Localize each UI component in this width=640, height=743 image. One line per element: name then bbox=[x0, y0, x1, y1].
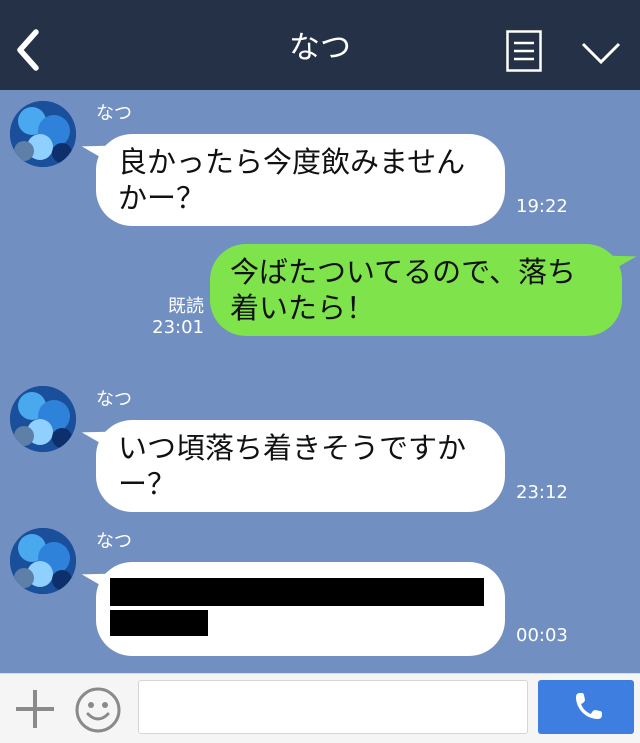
read-label: 既読 bbox=[168, 296, 204, 317]
message-text-line: ー？ bbox=[118, 467, 177, 501]
smiley-icon bbox=[75, 687, 121, 733]
message-text-line: いつ頃落ち着きそうですか bbox=[118, 431, 467, 465]
message-bubble[interactable] bbox=[96, 562, 505, 656]
add-button[interactable] bbox=[14, 688, 56, 730]
avatar-image bbox=[10, 528, 76, 594]
call-button[interactable] bbox=[538, 680, 634, 734]
list-icon bbox=[506, 30, 542, 72]
avatar-image bbox=[10, 101, 76, 167]
read-receipt: 既読 23:01 bbox=[150, 296, 204, 338]
sender-name: なつ bbox=[96, 531, 132, 552]
emoji-button[interactable] bbox=[74, 686, 122, 734]
avatar[interactable] bbox=[10, 528, 76, 594]
message-time: 23:12 bbox=[516, 482, 568, 503]
message-text-line: 今ばたついてるので、落ち bbox=[230, 255, 576, 289]
message-time: 23:01 bbox=[152, 317, 204, 338]
message-bubble[interactable]: 良かったら今度飲みません かー？ bbox=[96, 134, 505, 226]
message-bubble[interactable]: 今ばたついてるので、落ち 着いたら！ bbox=[210, 244, 622, 336]
chat-title: なつ bbox=[289, 30, 351, 66]
message-time: 19:22 bbox=[516, 196, 568, 217]
message-time: 00:03 bbox=[516, 625, 568, 646]
plus-icon bbox=[16, 690, 54, 728]
sender-name: なつ bbox=[96, 103, 132, 124]
message-input[interactable] bbox=[138, 680, 528, 734]
sender-name: なつ bbox=[96, 389, 132, 410]
avatar[interactable] bbox=[10, 101, 76, 167]
chat-header: なつ bbox=[0, 0, 640, 90]
input-bar bbox=[0, 673, 640, 743]
redacted-text-line bbox=[110, 578, 484, 606]
menu-button[interactable] bbox=[506, 30, 542, 72]
message-text-line: かー？ bbox=[118, 181, 206, 215]
avatar[interactable] bbox=[10, 386, 76, 452]
redacted-text-line bbox=[110, 610, 208, 636]
collapse-button[interactable] bbox=[579, 34, 623, 70]
message-text-line: 良かったら今度飲みません bbox=[118, 145, 466, 179]
message-bubble[interactable]: いつ頃落ち着きそうですか ー？ bbox=[96, 420, 505, 512]
chevron-down-icon bbox=[581, 42, 621, 65]
phone-icon bbox=[576, 693, 602, 719]
message-text-line: 着いたら！ bbox=[230, 291, 376, 325]
avatar-image bbox=[10, 386, 76, 452]
